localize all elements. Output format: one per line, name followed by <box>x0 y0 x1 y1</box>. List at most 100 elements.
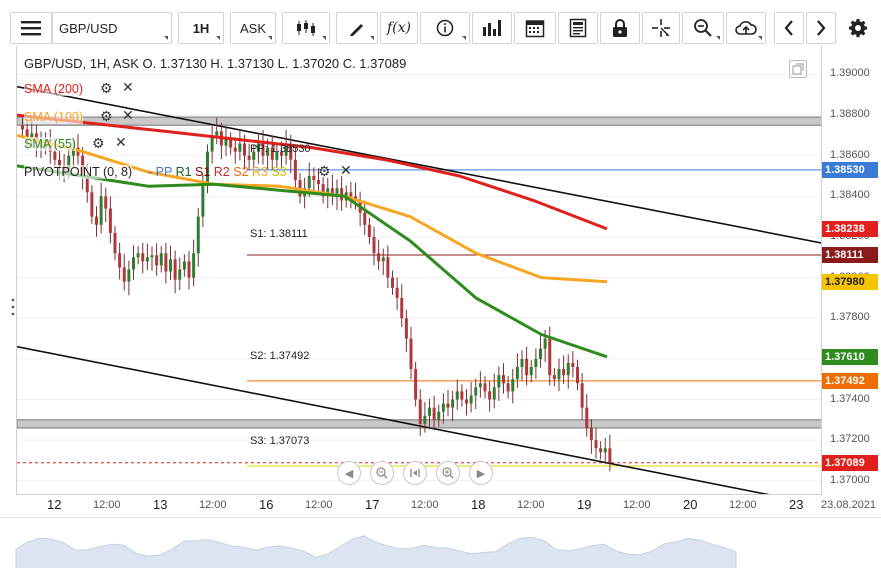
side-drag-handle[interactable] <box>10 296 16 318</box>
candle-body <box>367 224 371 237</box>
gear-icon[interactable]: ⚙ <box>100 108 113 125</box>
price-chart[interactable] <box>17 46 821 495</box>
function-button[interactable]: f(x) <box>380 12 418 44</box>
chevron-down-icon <box>758 36 762 40</box>
candle-body <box>196 216 200 254</box>
x-time-label: 12:00 <box>199 499 227 511</box>
indicator-sma100-label[interactable]: SMA (100) <box>24 110 84 124</box>
candle-body <box>469 395 473 404</box>
pivot-legend-r3: R3 <box>252 165 272 179</box>
zoom-out-icon[interactable] <box>370 461 394 485</box>
zoom-icon <box>694 19 712 37</box>
settings-button[interactable] <box>842 12 874 44</box>
candle-body <box>108 208 112 233</box>
prev-icon[interactable]: ◀ <box>337 461 361 485</box>
pivot-legend-s3: S3 <box>271 165 287 179</box>
function-icon: f(x) <box>386 20 411 36</box>
indicators-button[interactable] <box>472 12 512 44</box>
crosshair-button[interactable] <box>642 12 680 44</box>
price-badge: 1.37610 <box>822 348 878 365</box>
x-day-label: 18 <box>471 497 486 512</box>
candle-body <box>428 407 431 416</box>
chart-area[interactable] <box>16 46 821 495</box>
candle-body <box>192 253 196 278</box>
indicator-pivot-label[interactable]: PIVOTPOINT (0, 8) <box>24 165 133 179</box>
candle-body <box>418 399 422 424</box>
price-type-label: ASK <box>239 20 266 36</box>
close-icon[interactable]: ✕ <box>340 162 352 179</box>
candle-body <box>400 297 404 319</box>
price-badge: 1.38238 <box>822 221 878 238</box>
gear-icon[interactable]: ⚙ <box>318 163 331 180</box>
candle-body <box>502 375 505 384</box>
scroll-right-button[interactable] <box>806 12 836 44</box>
candle-body <box>571 362 575 368</box>
zone-band <box>17 116 821 126</box>
candle-body <box>201 186 205 217</box>
candle-body <box>178 269 182 280</box>
candle-body <box>95 216 98 225</box>
indicator-sma55-label[interactable]: SMA (55) <box>24 137 77 151</box>
scroll-left-button[interactable] <box>774 12 804 44</box>
zoom-in-icon[interactable] <box>436 461 460 485</box>
candle-body <box>474 387 478 396</box>
bar-chart-icon <box>483 20 501 36</box>
draw-button[interactable] <box>336 12 378 44</box>
gear-icon[interactable]: ⚙ <box>92 135 105 152</box>
chevron-down-icon <box>164 36 168 40</box>
pivot-legend-r1: R1 <box>175 165 196 179</box>
level-label-s2: S2: 1.37492 <box>250 350 310 362</box>
calendar-button[interactable] <box>514 12 556 44</box>
candle-body <box>224 139 228 146</box>
pivot-legend: - PP R1 S1 R2 S2 R3 S3 <box>148 165 287 179</box>
price-type-selector[interactable]: ASK <box>230 12 276 44</box>
candle-body <box>169 259 172 272</box>
candle-body <box>386 257 390 278</box>
candle-body <box>391 277 394 288</box>
popout-icon[interactable] <box>789 60 807 78</box>
time-axis[interactable]: 12 12:00 13 12:00 16 12:00 17 12:00 18 12:00 19 12:… <box>16 495 881 517</box>
zoom-button[interactable] <box>682 12 724 44</box>
fit-icon[interactable] <box>403 461 427 485</box>
menu-button[interactable] <box>10 12 52 44</box>
trendline <box>17 85 821 244</box>
timeframe-selector[interactable]: 1H <box>178 12 224 44</box>
chevron-left-icon <box>784 20 793 36</box>
navigator[interactable] <box>0 517 881 568</box>
symbol-selector[interactable]: GBP/USD <box>52 12 172 44</box>
indicator-sma200-label[interactable]: SMA (200) <box>24 82 84 96</box>
candle-body <box>182 261 186 270</box>
x-time-label: 12:00 <box>623 499 651 511</box>
pivot-legend-s1: S1 <box>195 165 214 179</box>
candle-body <box>506 383 510 392</box>
gear-icon[interactable]: ⚙ <box>100 80 113 97</box>
info-button[interactable] <box>420 12 470 44</box>
candle-body <box>395 287 399 298</box>
candle-body <box>529 367 533 376</box>
lock-button[interactable] <box>600 12 640 44</box>
candle-body <box>511 379 515 392</box>
chart-type-button[interactable] <box>282 12 330 44</box>
close-icon[interactable]: ✕ <box>115 134 127 151</box>
next-icon[interactable]: ▶ <box>469 461 493 485</box>
candle-body <box>525 358 529 376</box>
x-day-label: 20 <box>683 497 698 512</box>
price-axis[interactable]: 1.390001.388001.386001.384001.382001.380… <box>821 46 881 495</box>
candle-body <box>238 143 242 152</box>
lock-icon <box>613 19 627 37</box>
report-button[interactable] <box>558 12 598 44</box>
candle-body <box>483 383 487 392</box>
candle-body <box>460 391 464 400</box>
close-icon[interactable]: ✕ <box>122 79 134 96</box>
candle-body <box>552 375 556 380</box>
candle-body <box>580 383 584 408</box>
candle-body <box>446 403 450 408</box>
close-icon[interactable]: ✕ <box>122 107 134 124</box>
navigator-area-chart <box>15 535 737 568</box>
level-label-s1: S1: 1.38111 <box>250 228 308 240</box>
level-label-pp: PP: 1.38530 <box>250 143 311 155</box>
candle-body <box>104 196 108 209</box>
candle-body <box>155 255 159 266</box>
upload-button[interactable] <box>726 12 766 44</box>
candle-body <box>539 348 542 359</box>
